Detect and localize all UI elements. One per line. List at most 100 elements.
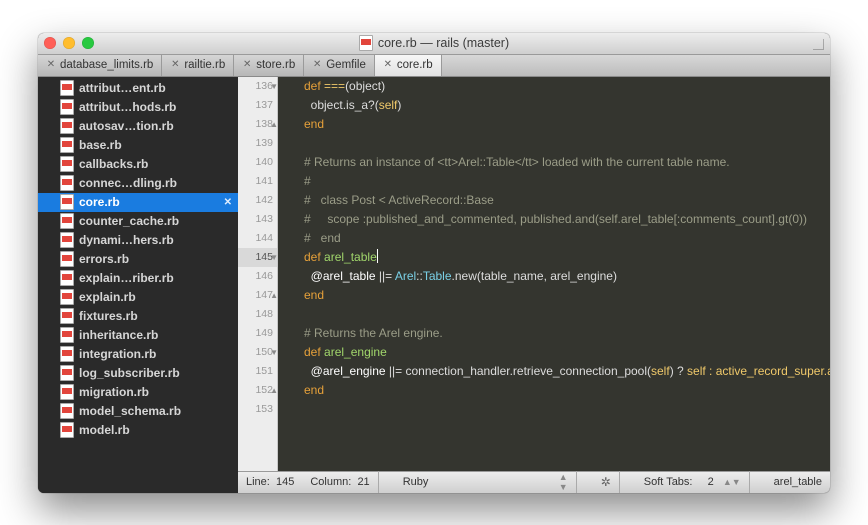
zoom-window-button[interactable] [82,37,94,49]
gutter-line[interactable]: 141 [238,172,277,191]
sidebar-item-label: base.rb [79,138,122,152]
close-icon[interactable]: ✕ [312,60,322,70]
ruby-file-icon [60,270,74,286]
tab-label: store.rb [256,59,295,71]
sidebar-file-item[interactable]: attribut…ent.rb [38,79,238,98]
ruby-file-icon [60,289,74,305]
tab-railtie[interactable]: ✕ railtie.rb [162,55,234,76]
tab-core[interactable]: ✕ core.rb [375,55,442,76]
sidebar-item-label: core.rb [79,195,120,209]
ruby-file-icon [60,137,74,153]
ruby-file-icon [60,384,74,400]
sidebar-file-item[interactable]: connec…dling.rb [38,174,238,193]
sidebar-item-label: callbacks.rb [79,157,148,171]
sidebar-file-item[interactable]: explain.rb [38,288,238,307]
gutter-line[interactable]: 139 [238,134,277,153]
sidebar-item-label: explain.rb [79,290,136,304]
sidebar-file-item[interactable]: model.rb [38,421,238,440]
column-label: Column: [310,476,351,488]
close-icon[interactable]: ✕ [224,197,232,208]
gutter-line[interactable]: 136 [238,77,277,96]
close-icon[interactable]: ✕ [46,60,56,70]
ruby-file-icon [60,403,74,419]
sidebar-file-item[interactable]: base.rb [38,136,238,155]
sidebar-file-item[interactable]: counter_cache.rb [38,212,238,231]
language-selector[interactable]: Ruby [395,476,437,488]
tab-gemfile[interactable]: ✕ Gemfile [304,55,375,76]
tab-bar: ✕database_limits.rb ✕ railtie.rb ✕ store.r… [38,55,830,77]
sidebar-item-label: autosav…tion.rb [79,119,174,133]
gutter-line[interactable]: 142 [238,191,277,210]
sidebar-file-item[interactable]: explain…riber.rb [38,269,238,288]
gutter-line[interactable]: 144 [238,229,277,248]
gutter-line[interactable]: 143 [238,210,277,229]
indent-selector[interactable]: Soft Tabs: 2 ▲▼ [636,476,749,488]
gutter-line[interactable]: 138 [238,115,277,134]
ruby-file-icon [60,232,74,248]
ruby-file-icon [60,422,74,438]
file-sidebar[interactable]: attribut…ent.rbattribut…hods.rb autosav…t… [38,77,238,493]
close-icon[interactable]: ✕ [170,60,180,70]
ruby-file-icon [60,118,74,134]
tab-store[interactable]: ✕ store.rb [234,55,304,76]
gutter-line[interactable]: 145 [238,248,277,267]
tab-label: Gemfile [326,59,366,71]
gutter-line[interactable]: 147 [238,286,277,305]
close-icon[interactable]: ✕ [242,60,252,70]
window-title: core.rb — rails (master) [378,36,509,50]
gutter-line[interactable]: 153 [238,400,277,419]
sidebar-file-item[interactable]: dynami…hers.rb [38,231,238,250]
sidebar-file-item[interactable]: migration.rb [38,383,238,402]
sidebar-file-item[interactable]: attribut…hods.rb [38,98,238,117]
sidebar-file-item[interactable]: fixtures.rb [38,307,238,326]
sidebar-item-label: explain…riber.rb [79,271,174,285]
stepper-icon[interactable]: ▲▼ [551,472,576,492]
tab-label: core.rb [397,59,433,71]
line-gutter[interactable]: 1361371381391401411421431441451461471481… [238,77,278,471]
gutter-line[interactable]: 152 [238,381,277,400]
editor-pane: 1361371381391401411421431441451461471481… [238,77,830,493]
resize-icon[interactable] [812,38,824,50]
sidebar-item-label: dynami…hers.rb [79,233,174,247]
sidebar-item-label: model.rb [79,423,130,437]
sidebar-file-item[interactable]: errors.rb [38,250,238,269]
column-number: 21 [357,476,369,488]
text-cursor [377,249,378,263]
sidebar-file-item[interactable]: core.rb ✕ [38,193,238,212]
ruby-file-icon [60,80,74,96]
status-bar: Line: 145 Column: 21 Ruby ▲▼ ✲ Soft Tabs… [238,471,830,493]
ruby-file-icon [60,213,74,229]
tab-label: railtie.rb [184,59,225,71]
symbol-selector[interactable]: arel_table [766,476,830,488]
sidebar-file-item[interactable]: integration.rb [38,345,238,364]
editor-window: core.rb — rails (master) ✕database_limit… [38,33,830,493]
close-icon[interactable]: ✕ [383,60,393,70]
sidebar-file-item[interactable]: model_schema.rb [38,402,238,421]
sidebar-file-item[interactable]: log_subscriber.rb [38,364,238,383]
gutter-line[interactable]: 151 [238,362,277,381]
sidebar-file-item[interactable]: callbacks.rb [38,155,238,174]
ruby-file-icon [359,35,373,51]
gutter-line[interactable]: 149 [238,324,277,343]
gutter-line[interactable]: 140 [238,153,277,172]
gutter-line[interactable]: 150 [238,343,277,362]
sidebar-file-item[interactable]: autosav…tion.rb [38,117,238,136]
gear-icon[interactable]: ✲ [593,475,619,489]
sidebar-item-label: model_schema.rb [79,404,181,418]
sidebar-item-label: integration.rb [79,347,156,361]
close-window-button[interactable] [44,37,56,49]
sidebar-item-label: connec…dling.rb [79,176,177,190]
sidebar-file-item[interactable]: inheritance.rb [38,326,238,345]
sidebar-item-label: migration.rb [79,385,149,399]
gutter-line[interactable]: 137 [238,96,277,115]
minimize-window-button[interactable] [63,37,75,49]
code-area[interactable]: def ===(object) object.is_a?(self) end #… [278,77,830,471]
gutter-line[interactable]: 146 [238,267,277,286]
ruby-file-icon [60,99,74,115]
line-label: Line: [246,476,270,488]
gutter-line[interactable]: 148 [238,305,277,324]
sidebar-item-label: log_subscriber.rb [79,366,180,380]
tab-database-limits[interactable]: ✕database_limits.rb [38,55,162,76]
sidebar-item-label: errors.rb [79,252,129,266]
ruby-file-icon [60,327,74,343]
